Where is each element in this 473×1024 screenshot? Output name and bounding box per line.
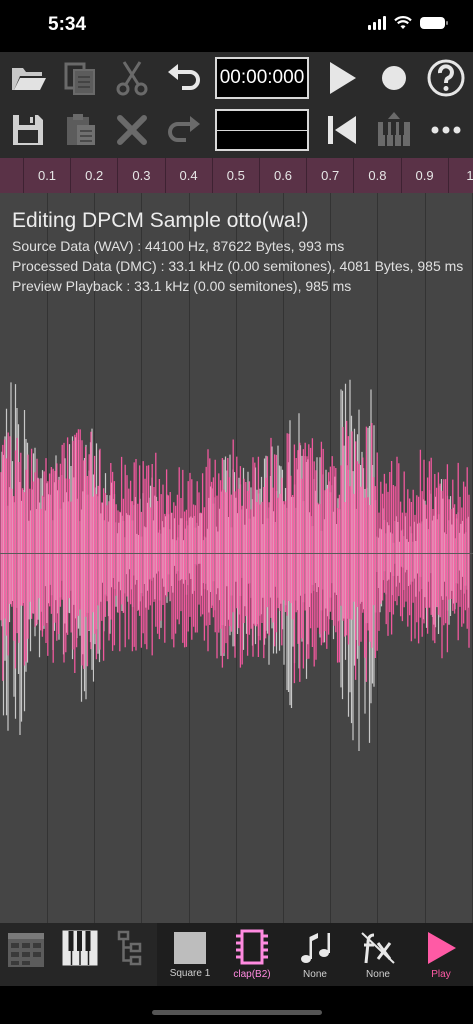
piano-roll-view-button[interactable] <box>58 923 102 986</box>
ruler-label: 0.3 <box>132 168 151 183</box>
arpeggio-label: None <box>303 969 327 980</box>
preview-playback-info: Preview Playback : 33.1 kHz (0.00 semito… <box>12 278 352 294</box>
ruler-tick <box>23 158 24 193</box>
paste-button[interactable] <box>58 108 102 152</box>
status-icons <box>368 16 448 30</box>
ruler-label: 0.6 <box>273 168 293 183</box>
ruler-tick <box>211 158 213 193</box>
rewind-icon <box>328 116 356 144</box>
processed-waveform <box>0 420 470 684</box>
fx-icon <box>361 932 395 964</box>
battery-icon <box>420 17 448 29</box>
waveform-center-line <box>0 553 473 554</box>
play-button[interactable] <box>320 56 364 100</box>
delete-button[interactable] <box>110 108 154 152</box>
instrument-selector[interactable]: clap(B2) <box>222 923 282 986</box>
open-button[interactable] <box>6 56 50 100</box>
help-button[interactable] <box>424 56 468 100</box>
cellular-signal-icon <box>368 16 386 30</box>
open-icon <box>12 68 46 90</box>
tree-icon <box>117 930 142 966</box>
square-icon <box>174 932 206 964</box>
redo-button[interactable] <box>162 108 206 152</box>
ruler-label: 0.8 <box>368 168 387 183</box>
ruler-label: 0.2 <box>85 168 104 183</box>
sequencer-view-button[interactable] <box>4 923 48 986</box>
save-button[interactable] <box>6 108 50 152</box>
play-icon <box>428 932 456 964</box>
cut-button[interactable] <box>110 56 154 100</box>
dpcm-sample-editor[interactable]: Editing DPCM Sample otto(wa!) Source Dat… <box>0 193 473 923</box>
ruler-label: 0.4 <box>179 168 198 183</box>
ruler-tick <box>117 158 119 193</box>
ruler-tick <box>447 158 449 193</box>
channel-selector[interactable]: Square 1 <box>160 923 220 986</box>
channel-label: Square 1 <box>169 968 211 979</box>
project-explorer-button[interactable] <box>108 923 152 986</box>
processed-data-info: Processed Data (DMC) : 33.1 kHz (0.00 se… <box>12 258 464 274</box>
record-icon <box>382 66 406 90</box>
oscilloscope <box>215 109 309 151</box>
qwerty-piano-button[interactable] <box>372 108 416 152</box>
ruler-tick <box>400 158 402 193</box>
more-button[interactable] <box>424 108 468 152</box>
toolbar: 00:00:000 <box>0 52 473 158</box>
notes-icon <box>301 933 330 963</box>
ruler-tick <box>164 158 166 193</box>
home-indicator <box>152 1010 322 1015</box>
undo-button[interactable] <box>162 56 206 100</box>
piano-qwerty-icon <box>378 112 410 146</box>
piano-icon <box>62 930 98 966</box>
waveform <box>0 379 470 751</box>
ruler-tick <box>353 158 355 193</box>
editor-title: Editing DPCM Sample otto(wa!) <box>12 209 309 232</box>
copy-button[interactable] <box>58 56 102 100</box>
bottom-navigation: Square 1 clap(B2) None None Play <box>0 923 473 986</box>
copy-icon <box>64 62 95 95</box>
sequencer-icon <box>8 933 44 967</box>
time-ruler[interactable]: 0.1 0.2 0.3 0.4 0.5 0.6 0.7 0.8 0.9 1. <box>0 158 473 194</box>
instrument-label: clap(B2) <box>233 969 271 980</box>
time-display: 00:00:000 <box>215 57 309 99</box>
ruler-label: 0.9 <box>415 168 434 183</box>
save-icon <box>13 115 43 145</box>
source-data-info: Source Data (WAV) : 44100 Hz, 87622 Byte… <box>12 238 345 254</box>
ruler-label: 0.1 <box>37 168 57 183</box>
wifi-icon <box>394 16 412 29</box>
ruler-label: 1. <box>466 168 473 183</box>
cut-icon <box>116 61 148 96</box>
rewind-button[interactable] <box>320 108 364 152</box>
help-icon <box>427 59 465 97</box>
paste-icon <box>67 114 95 145</box>
delete-icon <box>117 115 147 145</box>
play-tab-button[interactable]: Play <box>411 923 471 986</box>
ruler-tick <box>306 158 308 193</box>
undo-icon <box>168 64 200 90</box>
play-tab-label: Play <box>431 969 451 980</box>
effects-selector[interactable]: None <box>348 923 408 986</box>
ruler-tick <box>70 158 72 193</box>
chip-icon <box>236 929 268 965</box>
effects-label: None <box>366 969 390 980</box>
status-bar: 5:34 <box>0 0 473 52</box>
record-button[interactable] <box>372 56 416 100</box>
status-time: 5:34 <box>48 14 87 35</box>
ruler-tick <box>259 158 260 193</box>
arpeggio-selector[interactable]: None <box>285 923 345 986</box>
ruler-label: 0.7 <box>321 168 340 183</box>
home-area <box>0 986 473 1024</box>
play-icon <box>330 62 356 94</box>
redo-icon <box>168 116 200 142</box>
ruler-label: 0.5 <box>226 168 245 183</box>
more-icon <box>431 126 461 134</box>
